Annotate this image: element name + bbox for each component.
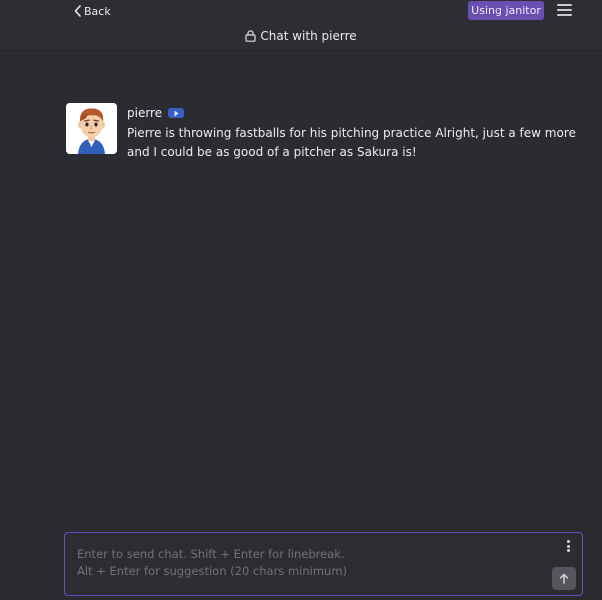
chevron-left-icon <box>74 5 81 17</box>
chat-title: Chat with pierre <box>0 27 602 45</box>
back-label: Back <box>84 4 111 18</box>
chat-input-placeholder: Enter to send chat. Shift + Enter for li… <box>77 546 517 580</box>
message-text: Pierre is throwing fastballs for his pit… <box>127 126 576 159</box>
top-bar: Back Using janitor Chat with pierre <box>0 0 602 51</box>
hamburger-menu-icon[interactable] <box>557 4 573 17</box>
message-body: pierre Pierre is throwing fastballs for … <box>127 103 587 162</box>
placeholder-line-1: Enter to send chat. Shift + Enter for li… <box>77 547 345 561</box>
model-badge[interactable]: Using janitor <box>468 1 544 20</box>
placeholder-line-2: Alt + Enter for suggestion (20 chars min… <box>77 564 348 578</box>
send-button[interactable] <box>552 567 576 590</box>
back-button[interactable]: Back <box>74 3 111 19</box>
avatar-image <box>66 103 117 154</box>
kebab-menu-icon[interactable] <box>564 539 572 553</box>
arrow-up-icon <box>559 573 569 584</box>
character-avatar[interactable] <box>66 103 117 154</box>
sender-row: pierre <box>127 103 587 123</box>
chat-input[interactable]: Enter to send chat. Shift + Enter for li… <box>64 532 583 596</box>
sender-name: pierre <box>127 106 163 120</box>
chat-title-text: Chat with pierre <box>260 29 357 43</box>
bot-badge-icon <box>168 108 185 118</box>
lock-icon <box>245 30 256 42</box>
